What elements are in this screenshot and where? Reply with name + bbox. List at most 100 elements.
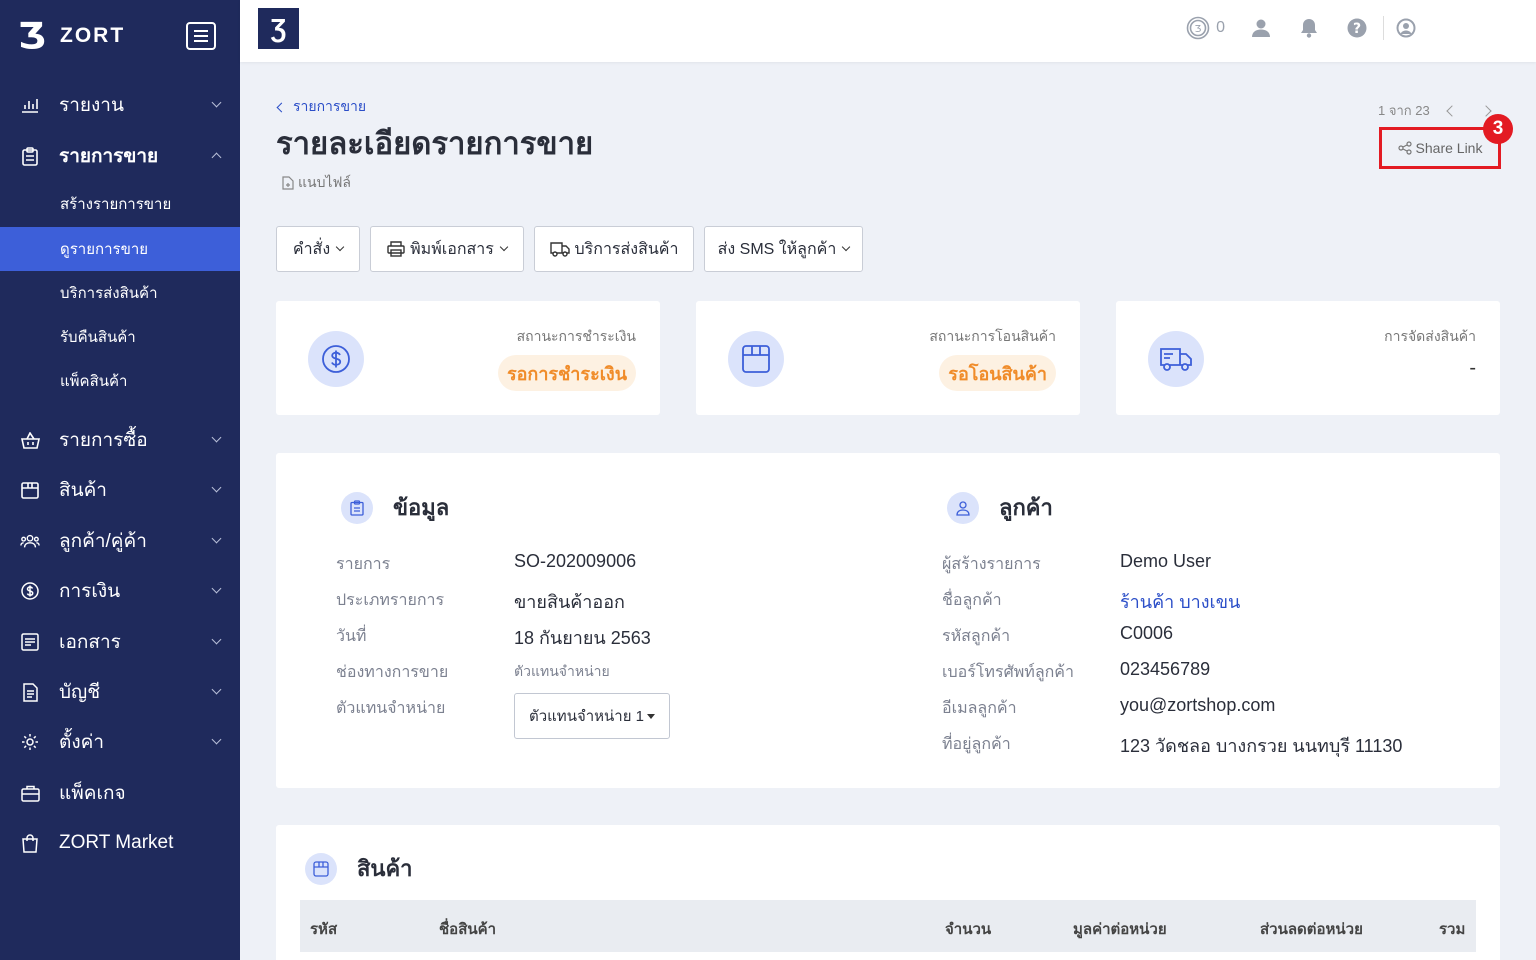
basket-icon [20, 430, 40, 450]
brand-name: ZORT [60, 24, 126, 47]
sidebar-item-finance[interactable]: การเงิน [0, 569, 240, 613]
sidebar-item-label: ZORT Market [59, 832, 174, 853]
sidebar-item-label: เอกสาร [59, 632, 121, 653]
payment-status-badge: รอการชำระเงิน [497, 355, 636, 391]
customer-section-title: ลูกค้า [947, 490, 1053, 525]
column-header-unit-price: มูลค่าต่อหน่วย [1073, 921, 1167, 938]
sidebar: Ʒ ZORT รายงาน รายการขาย สร้างรายการขาย ด… [0, 0, 240, 960]
sidebar-item-customers[interactable]: ลูกค้า/คู่ค้า [0, 519, 240, 563]
bell-icon[interactable] [1297, 16, 1321, 40]
printer-icon [387, 241, 405, 257]
box-icon [20, 480, 40, 500]
customer-title: ลูกค้า [999, 495, 1053, 520]
menu-toggle-icon[interactable] [186, 22, 216, 50]
order-number-label: รายการ [336, 556, 391, 573]
products-section-title: สินค้า [305, 851, 413, 886]
prev-page-icon[interactable] [1446, 104, 1458, 117]
dollar-icon [20, 581, 40, 601]
shipping-service-button[interactable]: บริการส่งสินค้า [534, 226, 694, 272]
transfer-status-badge: รอโอนสินค้า [939, 355, 1056, 391]
products-table-header: รหัส ชื่อสินค้า จำนวน มูลค่าต่อหน่วย ส่ว… [300, 900, 1476, 952]
command-dropdown-button[interactable]: คำสั่ง [276, 226, 360, 272]
sidebar-item-package[interactable]: แพ็คเกจ [0, 771, 240, 815]
sidebar-subitem-view-sales[interactable]: ดูรายการขาย [0, 227, 240, 271]
sidebar-item-label: แพ็คเกจ [59, 783, 126, 804]
customer-phone-value: 023456789 [1120, 659, 1211, 679]
coin-icon[interactable]: Ʒ [1186, 16, 1210, 40]
file-icon [282, 176, 294, 190]
sidebar-item-zort-market[interactable]: ZORT Market [0, 821, 240, 865]
brand: Ʒ ZORT [0, 0, 240, 72]
chevron-down-icon [211, 634, 222, 645]
customer-name-link[interactable]: ร้านค้า บางเขน [1120, 587, 1240, 616]
creator-label: ผู้สร้างรายการ [942, 556, 1041, 573]
chevron-down-icon [211, 734, 222, 745]
info-title: ข้อมูล [393, 495, 450, 520]
sidebar-subitem-shipping-service[interactable]: บริการส่งสินค้า [0, 271, 240, 315]
sidebar-subitem-packing[interactable]: แพ็คสินค้า [0, 359, 240, 403]
order-type-value: ขายสินค้าออก [514, 592, 625, 612]
breadcrumb-label: รายการขาย [293, 98, 367, 114]
column-header-total: รวม [1439, 921, 1466, 938]
sidebar-item-label: การเงิน [59, 581, 121, 602]
chevron-down-icon [211, 482, 222, 493]
customer-address-label: ที่อยู่ลูกค้า [942, 736, 1011, 753]
agent-select[interactable]: ตัวแทนจำหน่าย 1 [514, 693, 670, 739]
account-icon[interactable] [1394, 16, 1418, 40]
chevron-down-icon [842, 242, 851, 252]
shopping-bag-icon [20, 833, 40, 853]
customer-code-label: รหัสลูกค้า [942, 628, 1011, 645]
help-icon[interactable]: ? [1345, 16, 1369, 40]
products-panel: สินค้า รหัส ชื่อสินค้า จำนวน มูลค่าต่อหน… [276, 825, 1500, 960]
sidebar-item-documents[interactable]: เอกสาร [0, 620, 240, 664]
chevron-down-icon [211, 533, 222, 544]
print-document-button[interactable]: พิมพ์เอกสาร [370, 226, 524, 272]
sidebar-subitem-returns[interactable]: รับคืนสินค้า [0, 315, 240, 359]
transfer-status-card: สถานะการโอนสินค้า รอโอนสินค้า [696, 301, 1080, 415]
dollar-icon [308, 331, 364, 387]
chevron-down-icon [211, 583, 222, 594]
pager-text: 1 จาก 23 [1378, 103, 1430, 118]
caret-down-icon [647, 713, 656, 719]
chevron-down-icon [211, 432, 222, 443]
sales-channel-label: ช่องทางการขาย [336, 664, 449, 681]
print-label: พิมพ์เอกสาร [410, 240, 494, 258]
chevron-down-icon [211, 97, 222, 108]
column-header-quantity: จำนวน [945, 921, 992, 938]
topbar-icons: Ʒ 0 ? [1186, 16, 1418, 40]
pager: 1 จาก 23 [1378, 100, 1492, 121]
share-icon [1397, 141, 1412, 155]
sidebar-item-label: ลูกค้า/คู่ค้า [59, 531, 147, 552]
zort-logo-icon: Ʒ [18, 15, 46, 57]
shipping-label: บริการส่งสินค้า [574, 240, 679, 258]
page-title: รายละเอียดรายการขาย [276, 126, 594, 161]
sidebar-item-label: สินค้า [59, 480, 107, 501]
step-badge: 3 [1483, 114, 1513, 144]
sidebar-item-products[interactable]: สินค้า [0, 468, 240, 512]
sidebar-item-settings[interactable]: ตั้งค่า [0, 720, 240, 764]
zort-logo-icon[interactable]: Ʒ [258, 8, 299, 49]
bar-chart-icon [20, 95, 40, 115]
sidebar-item-sales[interactable]: รายการขาย [0, 134, 240, 178]
order-number-value: SO-202009006 [514, 551, 637, 571]
attach-file-link[interactable]: แนบไฟล์ [282, 172, 351, 194]
chevron-down-icon [211, 684, 222, 695]
ledger-icon [20, 682, 40, 702]
sms-label: ส่ง SMS ให้ลูกค้า [717, 240, 837, 258]
chevron-down-icon [335, 242, 345, 252]
sidebar-item-accounting[interactable]: บัญชี [0, 670, 240, 714]
box-icon [728, 331, 784, 387]
next-page-icon[interactable] [1480, 104, 1492, 117]
sidebar-item-reports[interactable]: รายงาน [0, 83, 240, 127]
breadcrumb[interactable]: รายการขาย [276, 96, 366, 118]
transfer-status-label: สถานะการโอนสินค้า [929, 328, 1056, 344]
truck-icon [549, 241, 570, 257]
delivery-status-card: การจัดส่งสินค้า - [1116, 301, 1500, 415]
user-icon[interactable] [1249, 16, 1273, 40]
customer-email-label: อีเมลลูกค้า [942, 700, 1017, 717]
sidebar-item-purchases[interactable]: รายการซื้อ [0, 418, 240, 462]
send-sms-button[interactable]: ส่ง SMS ให้ลูกค้า [704, 226, 863, 272]
coin-count: 0 [1216, 19, 1225, 36]
sidebar-subitem-create-sale[interactable]: สร้างรายการขาย [0, 182, 240, 226]
sidebar-item-label: บัญชี [59, 682, 101, 703]
